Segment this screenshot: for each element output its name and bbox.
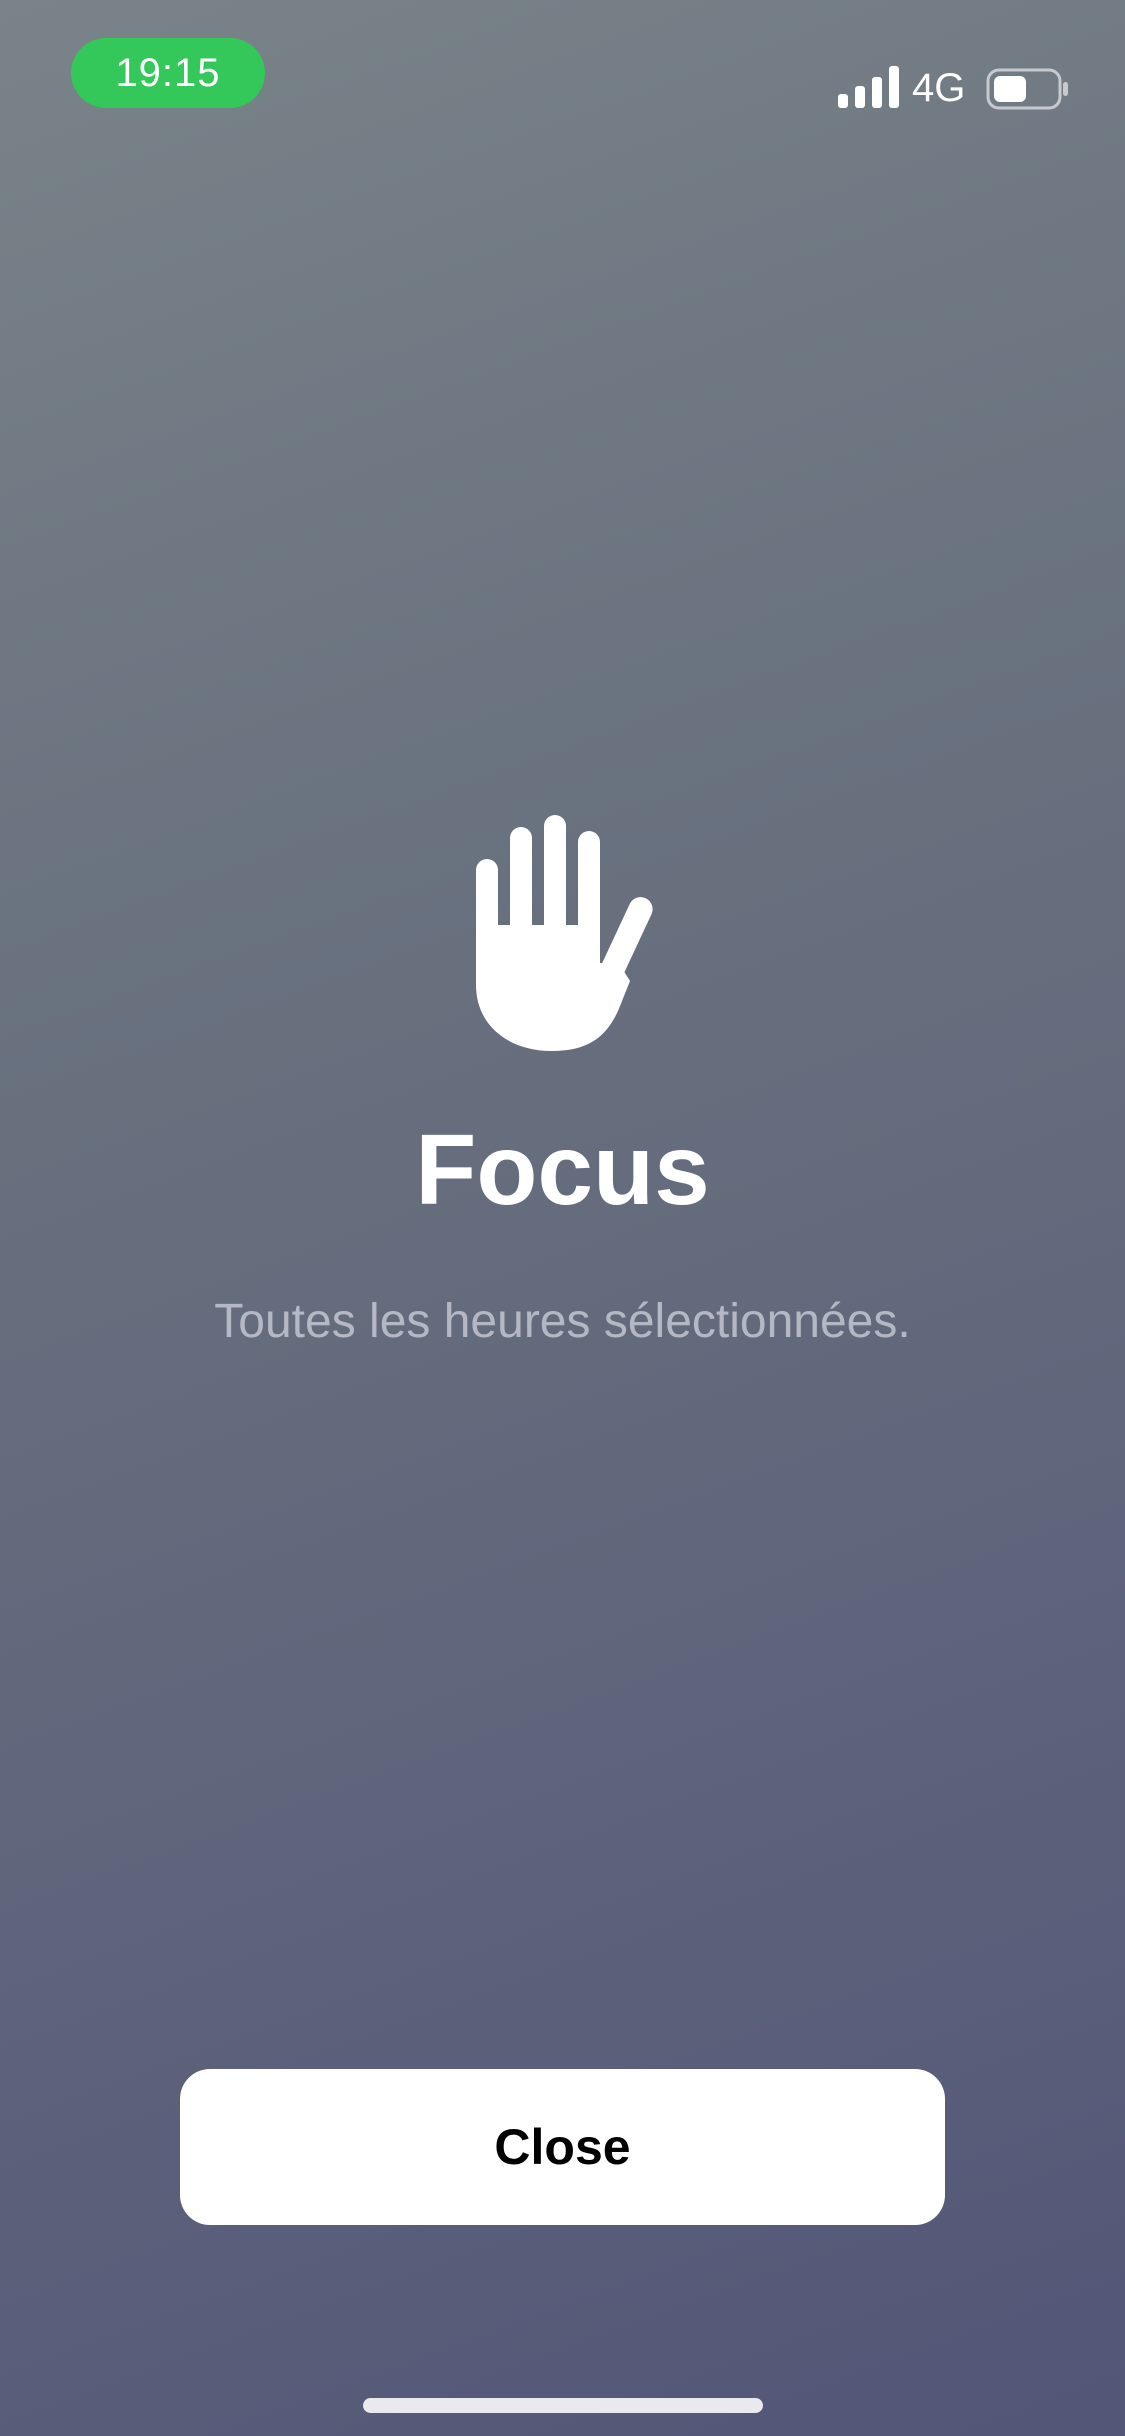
status-time[interactable]: 19:15 xyxy=(71,38,265,108)
cellular-signal-icon xyxy=(838,66,899,108)
close-button[interactable]: Close xyxy=(180,2069,945,2225)
status-bar: 19:15 4G xyxy=(0,0,1125,140)
home-indicator[interactable] xyxy=(363,2398,763,2413)
network-type-label: 4G xyxy=(912,66,966,110)
raised-hand-icon xyxy=(476,815,653,1051)
focus-subtitle: Toutes les heures sélectionnées. xyxy=(214,1295,911,1348)
focus-title: Focus xyxy=(415,1114,710,1226)
battery-icon xyxy=(986,68,1068,110)
